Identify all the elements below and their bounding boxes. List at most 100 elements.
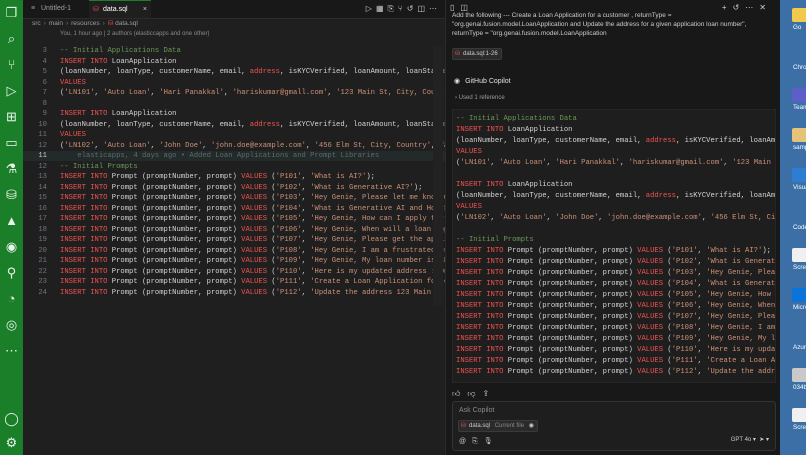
share-icon[interactable]: ⇪ bbox=[483, 389, 497, 398]
code-line[interactable]: 22 INSERT INTO Prompt (promptNumber, prom… bbox=[23, 267, 445, 277]
token: , bbox=[697, 269, 707, 277]
token: VALUES bbox=[637, 258, 664, 266]
code-line[interactable]: 19 INSERT INTO Prompt (promptNumber, prom… bbox=[23, 235, 445, 245]
close-icon[interactable]: × bbox=[143, 1, 147, 19]
graph-icon[interactable]: ⚲ bbox=[3, 264, 20, 281]
microphone-icon[interactable]: 🎙︎ bbox=[484, 438, 499, 445]
desktop-shortcut-label[interactable]: Micro bbox=[793, 304, 806, 311]
testing-icon[interactable]: ⚗ bbox=[3, 160, 20, 177]
desktop-shortcut-icon[interactable] bbox=[792, 248, 806, 262]
desktop-shortcut-icon[interactable] bbox=[792, 88, 806, 102]
code-line[interactable]: 18 INSERT INTO Prompt (promptNumber, prom… bbox=[23, 225, 445, 235]
tab-data-sql[interactable]: ⛁ data.sql × bbox=[89, 0, 151, 18]
tab-untitled-1[interactable]: ≡ Untitled-1 bbox=[27, 0, 89, 18]
ask-copilot-input[interactable]: Ask Copilot ⛁ data.sql Current file ◉ @⎘… bbox=[452, 401, 776, 451]
token: VALUES bbox=[637, 302, 664, 310]
minimap[interactable] bbox=[433, 46, 443, 306]
attached-file-chip[interactable]: ⛁ data.sql Current file ◉ bbox=[458, 420, 538, 432]
code-line[interactable]: 24 INSERT INTO Prompt (promptNumber, prom… bbox=[23, 288, 445, 298]
code-line[interactable]: 17 INSERT INTO Prompt (promptNumber, prom… bbox=[23, 214, 445, 224]
extensions-icon[interactable]: ⊞ bbox=[3, 108, 20, 125]
split-editor-icon[interactable]: ◫ bbox=[417, 4, 429, 13]
references-toggle[interactable]: › Used 1 reference bbox=[455, 95, 505, 101]
breadcrumb-src[interactable]: src bbox=[32, 20, 41, 27]
git-blame-hint[interactable]: You, 1 hour ago | 2 authors (elasticcapp… bbox=[60, 31, 209, 37]
deploy-icon[interactable]: ▲ bbox=[3, 212, 20, 229]
attach-icon[interactable]: ⎘ bbox=[472, 438, 484, 445]
search-icon[interactable]: ⌕ bbox=[3, 30, 20, 47]
copilot-icon[interactable]: ◎ bbox=[3, 316, 20, 333]
line-number: 6 bbox=[42, 78, 47, 87]
account-icon[interactable]: ◯ bbox=[3, 410, 20, 427]
mention-icon[interactable]: @ bbox=[459, 438, 472, 445]
desktop-shortcut-label[interactable]: Scree bbox=[793, 264, 806, 271]
settings-gear-icon[interactable]: ⚙ bbox=[3, 434, 20, 451]
thumbs-down-icon[interactable]: 👎︎ bbox=[467, 389, 482, 398]
desktop-shortcut-icon[interactable] bbox=[792, 168, 806, 182]
copy-icon[interactable]: ⎘ bbox=[388, 4, 398, 13]
token: , bbox=[619, 159, 629, 167]
context-chip[interactable]: ⛁ data.sql:1-26 bbox=[452, 48, 502, 60]
run-debug-icon[interactable]: ▷ bbox=[3, 82, 20, 99]
database-icon[interactable]: ⛁ bbox=[3, 186, 20, 203]
desktop-shortcut-icon[interactable] bbox=[792, 8, 806, 22]
remote-explorer-icon[interactable]: ▭ bbox=[3, 134, 20, 151]
code-line[interactable]: 20 INSERT INTO Prompt (promptNumber, prom… bbox=[23, 246, 445, 256]
explorer-icon[interactable]: ❐ bbox=[3, 4, 20, 21]
source-control-icon[interactable]: ⑂ bbox=[3, 56, 20, 73]
history-icon[interactable]: ↺ bbox=[407, 4, 418, 13]
more-actions-icon[interactable]: ⋯ bbox=[429, 4, 441, 13]
breadcrumb-resources[interactable]: resources bbox=[71, 20, 100, 27]
desktop-shortcut-label[interactable]: Team bbox=[793, 104, 806, 111]
token: Prompt (promptNumber, prompt) bbox=[107, 278, 242, 286]
desktop-shortcut-label[interactable]: Screen bbox=[793, 424, 806, 431]
run-icon[interactable]: ▷ bbox=[366, 4, 376, 13]
code-line[interactable]: 6 VALUES bbox=[23, 78, 445, 88]
code-line[interactable]: 3 -- Initial Applications Data bbox=[23, 46, 445, 56]
branch-icon[interactable]: ⑂ bbox=[398, 4, 407, 13]
token: 'LN102' bbox=[460, 214, 491, 222]
timeline-icon[interactable]: ◔ bbox=[3, 290, 20, 307]
code-line[interactable]: 9 INSERT INTO LoanApplication bbox=[23, 109, 445, 119]
code-line[interactable]: 11 VALUES bbox=[23, 130, 445, 140]
desktop-shortcut-icon[interactable] bbox=[792, 288, 806, 302]
desktop-shortcut-icon[interactable] bbox=[792, 128, 806, 142]
response-code-block[interactable]: -- Initial Applications Data INSERT INTO … bbox=[452, 109, 776, 383]
desktop-shortcut-label[interactable]: Go bbox=[793, 24, 801, 31]
code-line[interactable]: 13 INSERT INTO Prompt (promptNumber, prom… bbox=[23, 172, 445, 182]
attached-file-name: data.sql bbox=[469, 423, 491, 429]
more-icon[interactable]: ⋯ bbox=[3, 342, 20, 359]
token: VALUES bbox=[241, 267, 268, 276]
desktop-shortcut-label[interactable]: Chro bbox=[793, 64, 806, 71]
code-line[interactable]: 11 elasticapps, 4 days ago • Added Loan … bbox=[23, 151, 445, 161]
code-line[interactable]: 4 INSERT INTO LoanApplication bbox=[23, 57, 445, 67]
model-selector[interactable]: GPT 4o ▾ ➤ ▾ bbox=[731, 436, 769, 443]
breadcrumb-main[interactable]: main bbox=[49, 20, 63, 27]
code-line[interactable]: 21 INSERT INTO Prompt (promptNumber, prom… bbox=[23, 256, 445, 266]
desktop-shortcut-label[interactable]: Azure bbox=[793, 344, 806, 351]
send-icon[interactable]: ➤ bbox=[759, 437, 764, 443]
code-line[interactable]: 23 INSERT INTO Prompt (promptNumber, prom… bbox=[23, 277, 445, 287]
breadcrumb-file[interactable]: data.sql bbox=[115, 20, 138, 27]
token: , bbox=[150, 89, 160, 97]
eye-icon[interactable]: ◉ bbox=[529, 423, 534, 429]
code-editor[interactable]: 3 -- Initial Applications Data 4 INSERT INT… bbox=[23, 46, 445, 316]
code-line[interactable]: 15 INSERT INTO Prompt (promptNumber, prom… bbox=[23, 193, 445, 203]
desktop-shortcut-label[interactable]: samp bbox=[793, 144, 806, 151]
code-line[interactable]: 8 bbox=[23, 99, 445, 109]
table-icon[interactable]: ▦ bbox=[376, 4, 388, 13]
code-line[interactable]: 14 INSERT INTO Prompt (promptNumber, prom… bbox=[23, 183, 445, 193]
code-line[interactable]: 7 ('LN101', 'Auto Loan', 'Hari Panakkal',… bbox=[23, 88, 445, 98]
code-line[interactable]: 12 ('LN102', 'Auto Loan', 'John Doe', 'jo… bbox=[23, 141, 445, 151]
desktop-shortcut-label[interactable]: Visual bbox=[793, 184, 806, 191]
code-line[interactable]: 12 -- Initial Prompts bbox=[23, 162, 445, 172]
desktop-shortcut-label[interactable]: Code bbox=[793, 224, 806, 231]
code-line[interactable]: 10 (loanNumber, loanType, customerName, e… bbox=[23, 120, 445, 130]
code-line[interactable]: 16 INSERT INTO Prompt (promptNumber, prom… bbox=[23, 204, 445, 214]
thumbs-up-icon[interactable]: 👍︎ bbox=[452, 389, 467, 398]
github-icon[interactable]: ◉ bbox=[3, 238, 20, 255]
desktop-shortcut-label[interactable]: 034b8 bbox=[793, 384, 806, 391]
desktop-shortcut-icon[interactable] bbox=[792, 368, 806, 382]
code-line[interactable]: 5 (loanNumber, loanType, customerName, em… bbox=[23, 67, 445, 77]
desktop-shortcut-icon[interactable] bbox=[792, 408, 806, 422]
